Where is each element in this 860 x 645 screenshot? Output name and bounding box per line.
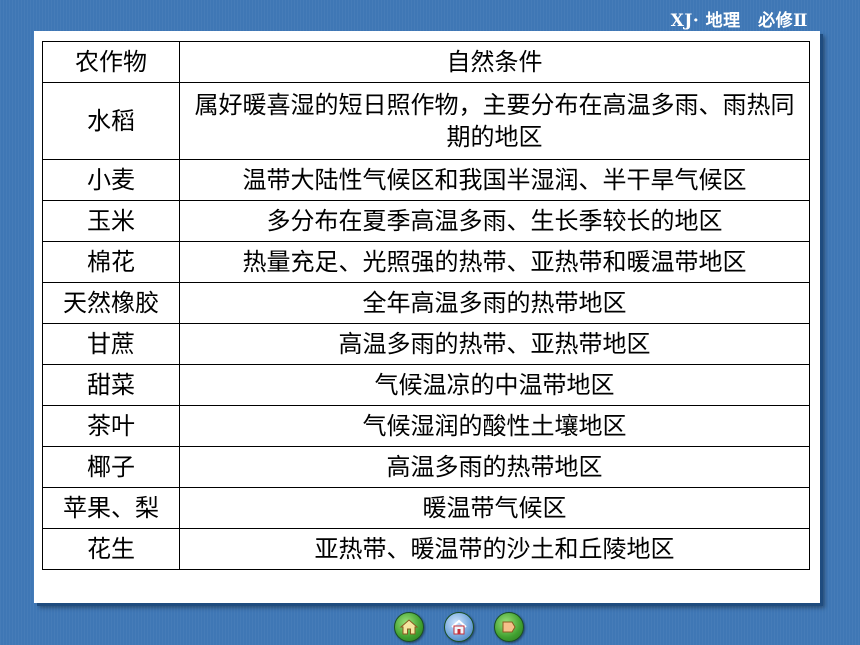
crop-condition: 气候温凉的中温带地区 (179, 364, 810, 406)
table-row: 小麦 温带大陆性气候区和我国半湿润、半干旱气候区 (42, 159, 810, 201)
crop-name: 甘蔗 (42, 323, 180, 365)
crop-name: 水稻 (42, 82, 180, 160)
crop-name: 棉花 (42, 241, 180, 283)
home-button[interactable] (394, 612, 424, 642)
return-button[interactable] (444, 612, 474, 642)
content-panel: 农作物 自然条件 水稻 属好暖喜湿的短日照作物，主要分布在高温多雨、雨热同期的地… (34, 31, 820, 603)
table-row: 花生 亚热带、暖温带的沙土和丘陵地区 (42, 528, 810, 570)
next-icon (502, 621, 516, 633)
table-row: 天然橡胶 全年高温多雨的热带地区 (42, 282, 810, 324)
crop-conditions-table: 农作物 自然条件 水稻 属好暖喜湿的短日照作物，主要分布在高温多雨、雨热同期的地… (42, 41, 810, 570)
table-header-row: 农作物 自然条件 (42, 41, 810, 83)
table-row: 椰子 高温多雨的热带地区 (42, 446, 810, 488)
table-row: 苹果、梨 暖温带气候区 (42, 487, 810, 529)
next-button[interactable] (494, 612, 524, 642)
table-row: 水稻 属好暖喜湿的短日照作物，主要分布在高温多雨、雨热同期的地区 (42, 82, 810, 160)
crop-name: 椰子 (42, 446, 180, 488)
crop-name: 花生 (42, 528, 180, 570)
home-icon (399, 619, 419, 635)
crop-condition: 亚热带、暖温带的沙土和丘陵地区 (179, 528, 810, 570)
table-row: 甘蔗 高温多雨的热带、亚热带地区 (42, 323, 810, 365)
header-crop: 农作物 (42, 41, 180, 83)
crop-condition: 热量充足、光照强的热带、亚热带和暖温带地区 (179, 241, 810, 283)
return-icon (451, 619, 467, 635)
crop-condition: 气候湿润的酸性土壤地区 (179, 405, 810, 447)
crop-name: 甜菜 (42, 364, 180, 406)
crop-name: 玉米 (42, 200, 180, 242)
slide-nav-bar (394, 612, 526, 642)
crop-condition: 暖温带气候区 (179, 487, 810, 529)
crop-name: 天然橡胶 (42, 282, 180, 324)
crop-condition: 高温多雨的热带地区 (179, 446, 810, 488)
crop-condition: 多分布在夏季高温多雨、生长季较长的地区 (179, 200, 810, 242)
crop-condition: 全年高温多雨的热带地区 (179, 282, 810, 324)
crop-condition: 温带大陆性气候区和我国半湿润、半干旱气候区 (179, 159, 810, 201)
header-condition: 自然条件 (179, 41, 810, 83)
table-row: 棉花 热量充足、光照强的热带、亚热带和暖温带地区 (42, 241, 810, 283)
header-title: XJ· 地理 必修Ⅱ (670, 11, 808, 31)
table-row: 玉米 多分布在夏季高温多雨、生长季较长的地区 (42, 200, 810, 242)
crop-name: 茶叶 (42, 405, 180, 447)
table-row: 茶叶 气候湿润的酸性土壤地区 (42, 405, 810, 447)
crop-condition: 高温多雨的热带、亚热带地区 (179, 323, 810, 365)
crop-name: 苹果、梨 (42, 487, 180, 529)
crop-condition: 属好暖喜湿的短日照作物，主要分布在高温多雨、雨热同期的地区 (179, 82, 810, 160)
crop-name: 小麦 (42, 159, 180, 201)
table-row: 甜菜 气候温凉的中温带地区 (42, 364, 810, 406)
